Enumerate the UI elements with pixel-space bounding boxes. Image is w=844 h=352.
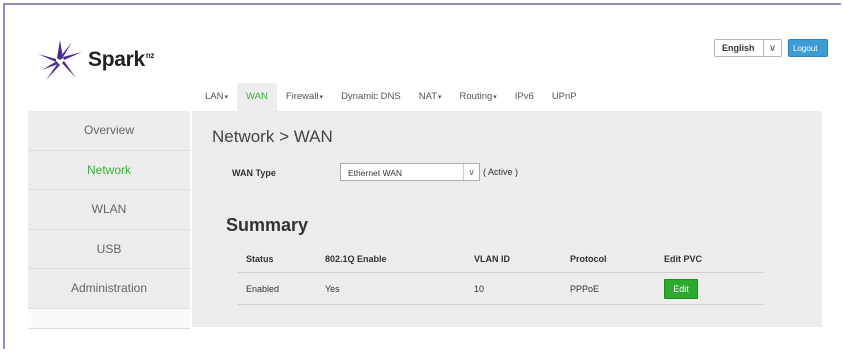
cell-status: Enabled [246,283,280,294]
sidebar-item-usb[interactable]: USB [28,229,190,269]
column-header-vlan-id: VLAN ID [474,254,510,264]
tab-nat[interactable]: NAT▾ [410,83,451,111]
cell-vlan-id: 10 [474,283,485,294]
top-nav: LAN▾ WAN Firewall▾ Dynamic DNS NAT▾ Rout… [196,83,586,111]
cell-protocol: PPPoE [570,283,600,294]
caret-down-icon: ▾ [224,94,228,101]
edit-pvc-button[interactable]: Edit [664,278,698,299]
language-value: English [722,43,755,53]
tab-upnp[interactable]: UPnP [543,83,586,111]
column-header-edit-pvc: Edit PVC [664,254,703,264]
column-header-status: Status [246,254,274,264]
wan-type-select[interactable]: Ethernet WAN ∨ [340,163,480,181]
cell-8021q-enable: Yes [325,283,340,294]
language-select[interactable]: English ∨ [714,39,782,57]
tab-wan[interactable]: WAN [237,83,277,111]
chevron-down-icon: ∨ [463,164,479,180]
caret-down-icon: ▾ [493,94,497,101]
wan-status: ( Active ) [483,167,519,177]
tab-lan[interactable]: LAN▾ [196,83,237,111]
spark-logo: Sparknz [36,38,154,82]
summary-heading: Summary [226,215,309,235]
sidebar-item-overview[interactable]: Overview [28,111,190,151]
column-header-8021q: 802.1Q Enable [325,254,387,264]
tab-routing[interactable]: Routing▾ [451,83,506,111]
tab-ipv6[interactable]: IPv6 [506,83,543,111]
tab-dynamic-dns[interactable]: Dynamic DNS [332,83,410,111]
logout-button[interactable]: Logout [788,39,828,57]
sidebar-item-network[interactable]: Network [28,150,190,190]
main-panel: Network > WAN WAN Type Ethernet WAN ∨ ( … [192,111,822,327]
caret-down-icon: ▾ [319,94,324,101]
column-header-protocol: Protocol [570,254,607,264]
wan-type-value: Ethernet WAN [348,168,403,178]
caret-down-icon: ▾ [438,94,442,101]
table-header-row: Status 802.1Q Enable VLAN ID Protocol Ed… [238,246,764,273]
sidebar: Overview Network WLAN USB Administration [28,111,190,329]
wan-type-label: WAN Type [232,168,276,178]
page-title: Network > WAN [212,127,333,146]
sidebar-spacer [28,308,190,329]
cell-edit: Edit [664,278,764,299]
chevron-down-icon: ∨ [763,40,781,56]
spark-star-icon [38,40,82,80]
table-row: Enabled Yes 10 PPPoE Edit [238,273,764,305]
brand-name: Sparknz [88,48,155,71]
sidebar-item-wlan[interactable]: WLAN [28,190,190,230]
sidebar-item-administration[interactable]: Administration [28,269,190,309]
summary-table: Status 802.1Q Enable VLAN ID Protocol Ed… [238,246,764,305]
tab-firewall[interactable]: Firewall▾ [277,83,332,111]
